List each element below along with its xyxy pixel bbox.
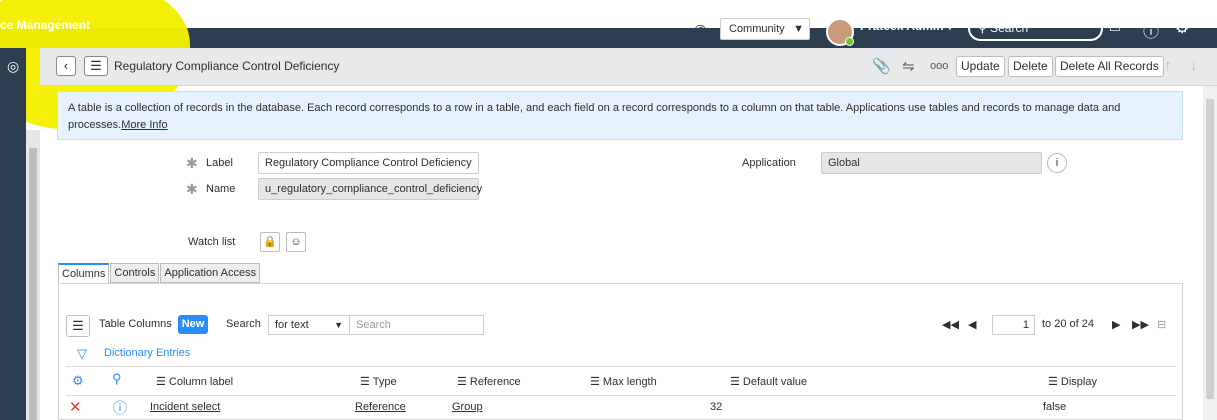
search-label: Search — [226, 318, 261, 330]
left-scrollbar[interactable] — [26, 130, 40, 420]
chevron-down-icon: ▼ — [793, 23, 804, 35]
info-text: A table is a collection of records in th… — [68, 102, 1121, 131]
label-input[interactable]: Regulatory Compliance Control Deficiency — [258, 152, 479, 174]
list-title: Table Columns — [99, 318, 172, 330]
watchlist-label: Watch list — [188, 236, 236, 248]
form-header: ‹ ☰ Regulatory Compliance Control Defici… — [40, 48, 1217, 86]
arrow-up-icon[interactable]: ↑ — [1164, 57, 1172, 74]
application-input: Global — [821, 152, 1042, 174]
column-header[interactable]: ☰ Display — [1048, 375, 1097, 388]
info-banner: A table is a collection of records in th… — [57, 91, 1183, 140]
delete-button[interactable]: Delete — [1008, 56, 1053, 77]
list-header: ☰ Table Columns New Search for text ▼ Sea… — [66, 313, 1176, 337]
settings-sliders-icon[interactable]: ⇋ — [902, 57, 915, 75]
column-header[interactable]: ☰ Default value — [730, 375, 807, 388]
gear-icon[interactable]: ⚙ — [1175, 18, 1189, 38]
chat-icon[interactable]: □ — [1110, 18, 1120, 36]
domain-select-value: Community — [729, 23, 785, 35]
context-menu-button[interactable]: ☰ — [84, 56, 108, 76]
required-icon: ✱ — [186, 155, 198, 171]
tab-application-access[interactable]: Application Access — [160, 263, 261, 283]
column-header[interactable]: ☰ Column label — [156, 375, 233, 388]
list-menu-button[interactable]: ☰ — [66, 315, 90, 337]
back-button[interactable]: ‹ — [56, 56, 76, 76]
tab-bar: Columns Controls Application Access — [58, 263, 261, 283]
column-header[interactable]: ☰ Type — [360, 375, 397, 388]
help-icon[interactable]: ⓘ — [1143, 18, 1159, 42]
next-page-icon[interactable]: ▶ — [1112, 318, 1120, 331]
reference-cell[interactable]: Group — [452, 401, 483, 413]
scroll-thumb[interactable] — [29, 148, 37, 420]
delete-all-button[interactable]: Delete All Records — [1055, 56, 1164, 77]
info-icon[interactable]: ⓘ — [113, 398, 127, 418]
chevron-down-icon: ▼ — [334, 320, 343, 330]
avatar[interactable] — [826, 18, 854, 46]
delete-row-icon[interactable]: ✕ — [69, 398, 82, 416]
application-field-label: Application — [742, 157, 796, 169]
max-length-cell: 32 — [710, 401, 723, 413]
search-field-select[interactable]: for text ▼ — [268, 315, 350, 335]
more-options-icon[interactable]: ooo — [930, 60, 948, 72]
lock-icon[interactable]: 🔒 — [260, 232, 280, 252]
display-cell: false — [1043, 401, 1067, 413]
settings-icon[interactable]: ◎ — [7, 58, 19, 75]
search-icon[interactable]: ⚲ — [112, 371, 122, 387]
page-range: to 20 of 24 — [1042, 318, 1094, 330]
left-rail: ◎ — [0, 48, 26, 420]
column-label-cell[interactable]: Incident select — [150, 401, 220, 413]
presence-dot — [845, 37, 854, 46]
info-icon[interactable]: i — [1047, 153, 1067, 173]
user-name[interactable]: Prateek Admin ▾ — [860, 19, 953, 33]
form-title: Regulatory Compliance Control Deficiency — [114, 59, 340, 73]
collapse-icon[interactable]: ⊟ — [1157, 318, 1166, 331]
gear-icon[interactable]: ⚙ — [72, 373, 84, 389]
phone-icon[interactable]: ✆ — [694, 18, 707, 44]
filter-icon[interactable]: ▽ — [77, 346, 87, 362]
add-user-icon[interactable]: ☺ — [286, 232, 306, 252]
prev-page-icon[interactable]: ◀ — [968, 318, 976, 331]
arrow-down-icon[interactable]: ↓ — [1190, 57, 1198, 74]
right-scrollbar[interactable] — [1203, 85, 1217, 420]
paperclip-icon[interactable]: 📎 — [872, 57, 891, 75]
column-header[interactable]: ☰ Max length — [590, 375, 657, 388]
tab-columns[interactable]: Columns — [58, 263, 110, 283]
required-icon: ✱ — [186, 181, 198, 197]
update-button[interactable]: Update — [956, 56, 1005, 77]
global-search[interactable]: ⚲ Search — [968, 16, 1103, 41]
dictionary-entries-link[interactable]: Dictionary Entries — [104, 347, 190, 359]
label-field-label: Label — [206, 157, 233, 169]
scroll-thumb[interactable] — [1206, 99, 1214, 399]
list-search-input[interactable]: Search — [349, 315, 484, 335]
column-header-row: ⚙ ⚲ ☰ Column label ☰ Type ☰ Reference ☰ … — [66, 366, 1176, 396]
type-cell[interactable]: Reference — [355, 401, 406, 413]
last-page-icon[interactable]: ▶▶ — [1132, 318, 1149, 331]
table-row[interactable]: ✕ ⓘ Incident select Reference Group 32 f… — [66, 396, 1176, 420]
name-input: u_regulatory_compliance_control_deficien… — [258, 178, 482, 200]
page-input[interactable]: 1 — [992, 315, 1035, 335]
first-page-icon[interactable]: ◀◀ — [942, 318, 959, 331]
name-field-label: Name — [206, 183, 236, 195]
domain-select[interactable]: Community ▼ — [720, 18, 810, 40]
app-title: ce Management — [0, 18, 91, 32]
more-info-link[interactable]: More Info — [121, 119, 167, 131]
column-header[interactable]: ☰ Reference — [457, 375, 521, 388]
tab-controls[interactable]: Controls — [110, 263, 160, 283]
new-button[interactable]: New — [178, 315, 208, 334]
